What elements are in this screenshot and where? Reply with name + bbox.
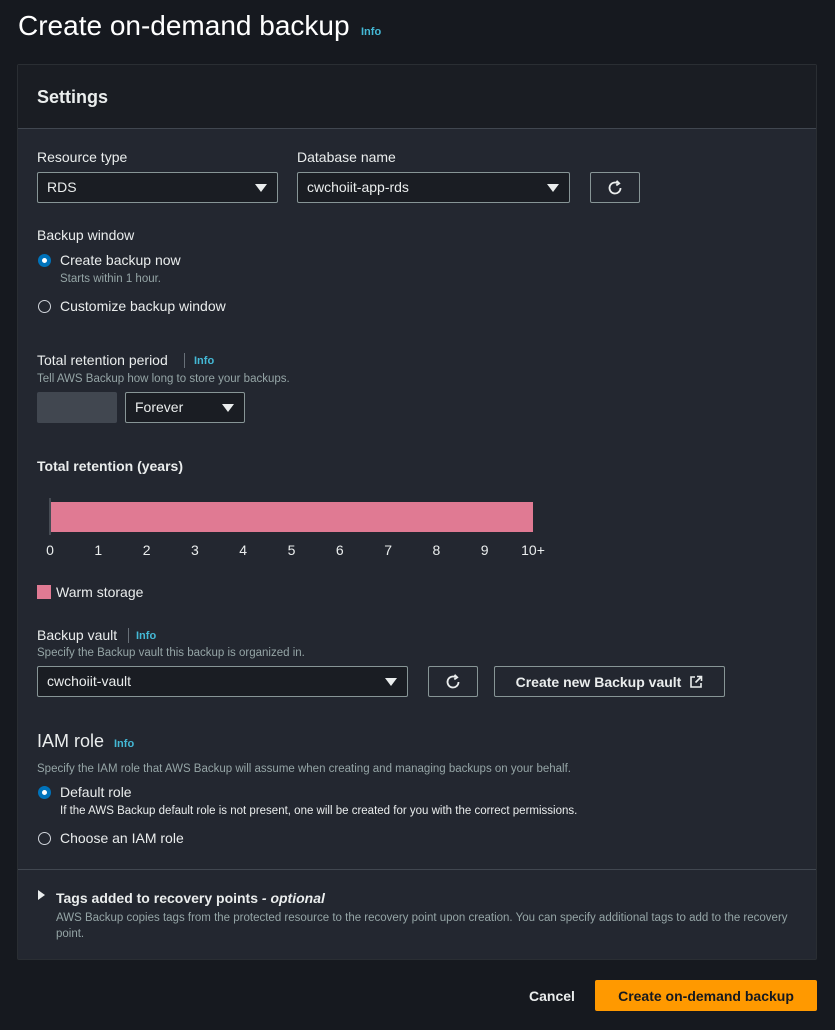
page-title: Create on-demand backup	[18, 10, 350, 41]
backup-vault-select[interactable]: cwchoiit-vault	[37, 666, 408, 697]
iam-role-info-link[interactable]: Info	[114, 738, 134, 750]
settings-panel: Settings Resource type RDS Database name…	[17, 64, 817, 960]
external-link-icon	[690, 675, 703, 688]
refresh-vault-button[interactable]	[428, 666, 478, 697]
x-tick-label: 6	[336, 542, 344, 558]
create-backup-now-label[interactable]: Create backup now	[60, 252, 181, 268]
legend-warm-storage: Warm storage	[56, 584, 144, 600]
create-backup-button[interactable]: Create on-demand backup	[595, 980, 817, 1011]
tags-expander[interactable]: Tags added to recovery points - optional	[56, 890, 325, 906]
retention-period-label: Total retention period	[37, 352, 168, 368]
create-backup-now-desc: Starts within 1 hour.	[60, 273, 161, 285]
page-info-link[interactable]: Info	[361, 26, 381, 38]
tags-label: Tags added to recovery points	[56, 890, 259, 906]
caret-right-icon[interactable]	[38, 890, 45, 900]
iam-role-desc: Specify the IAM role that AWS Backup wil…	[37, 763, 571, 775]
radio-customize-window[interactable]	[38, 300, 51, 313]
backup-window-label: Backup window	[37, 227, 135, 243]
retention-chart: 0 1 2 3 4 5 6 7 8 9 10+	[46, 498, 545, 558]
refresh-icon	[608, 179, 622, 194]
cancel-button[interactable]: Cancel	[520, 980, 584, 1011]
section-divider	[18, 869, 816, 870]
resource-type-select[interactable]: RDS	[37, 172, 278, 203]
radio-choose-iam-role[interactable]	[38, 832, 51, 845]
retention-desc: Tell AWS Backup how long to store your b…	[37, 373, 290, 385]
retention-unit-select[interactable]: Forever	[125, 392, 245, 423]
resource-type-value: RDS	[47, 179, 77, 195]
default-role-desc: If the AWS Backup default role is not pr…	[60, 805, 578, 817]
x-tick-label: 3	[191, 542, 199, 558]
x-tick-label: 1	[94, 542, 102, 558]
backup-vault-desc: Specify the Backup vault this backup is …	[37, 647, 305, 659]
customize-window-label[interactable]: Customize backup window	[60, 298, 226, 314]
database-name-label: Database name	[297, 149, 396, 165]
radio-default-role[interactable]	[38, 786, 51, 799]
label-separator	[184, 353, 185, 368]
label-separator	[128, 628, 129, 643]
backup-vault-value: cwchoiit-vault	[47, 673, 132, 689]
default-role-label[interactable]: Default role	[60, 784, 132, 800]
caret-down-icon	[385, 678, 397, 686]
x-tick-label: 10+	[521, 542, 545, 558]
x-tick-label: 4	[239, 542, 247, 558]
settings-title: Settings	[37, 87, 109, 107]
caret-down-icon	[547, 184, 559, 192]
x-tick-label: 7	[384, 542, 392, 558]
x-tick-label: 2	[143, 542, 151, 558]
radio-create-backup-now[interactable]	[38, 254, 51, 267]
refresh-database-button[interactable]	[590, 172, 640, 203]
tags-desc: AWS Backup copies tags from the protecte…	[56, 912, 788, 940]
x-tick-label: 8	[433, 542, 441, 558]
caret-down-icon	[222, 404, 234, 412]
create-backup-vault-button[interactable]: Create new Backup vault	[494, 666, 725, 697]
caret-down-icon	[255, 184, 267, 192]
x-tick-label: 5	[288, 542, 296, 558]
refresh-icon	[446, 673, 460, 688]
database-name-select[interactable]: cwchoiit-app-rds	[297, 172, 570, 203]
x-tick-label: 9	[481, 542, 489, 558]
resource-type-label: Resource type	[37, 149, 128, 165]
retention-info-link[interactable]: Info	[194, 355, 214, 367]
settings-header: Settings	[18, 65, 816, 129]
backup-vault-label: Backup vault	[37, 627, 118, 643]
retention-unit-value: Forever	[135, 399, 184, 415]
x-tick-label: 0	[46, 542, 54, 558]
database-name-value: cwchoiit-app-rds	[307, 179, 409, 195]
legend-swatch-warm	[37, 585, 51, 599]
iam-role-title: IAM role	[37, 731, 105, 751]
choose-iam-role-label[interactable]: Choose an IAM role	[60, 830, 184, 846]
retention-value-input	[37, 392, 117, 423]
retention-chart-title: Total retention (years)	[37, 458, 183, 474]
backup-vault-info-link[interactable]: Info	[136, 630, 156, 642]
bar-warm-storage	[51, 502, 533, 532]
tags-optional: - optional	[261, 890, 325, 906]
create-backup-vault-label: Create new Backup vault	[515, 673, 682, 690]
